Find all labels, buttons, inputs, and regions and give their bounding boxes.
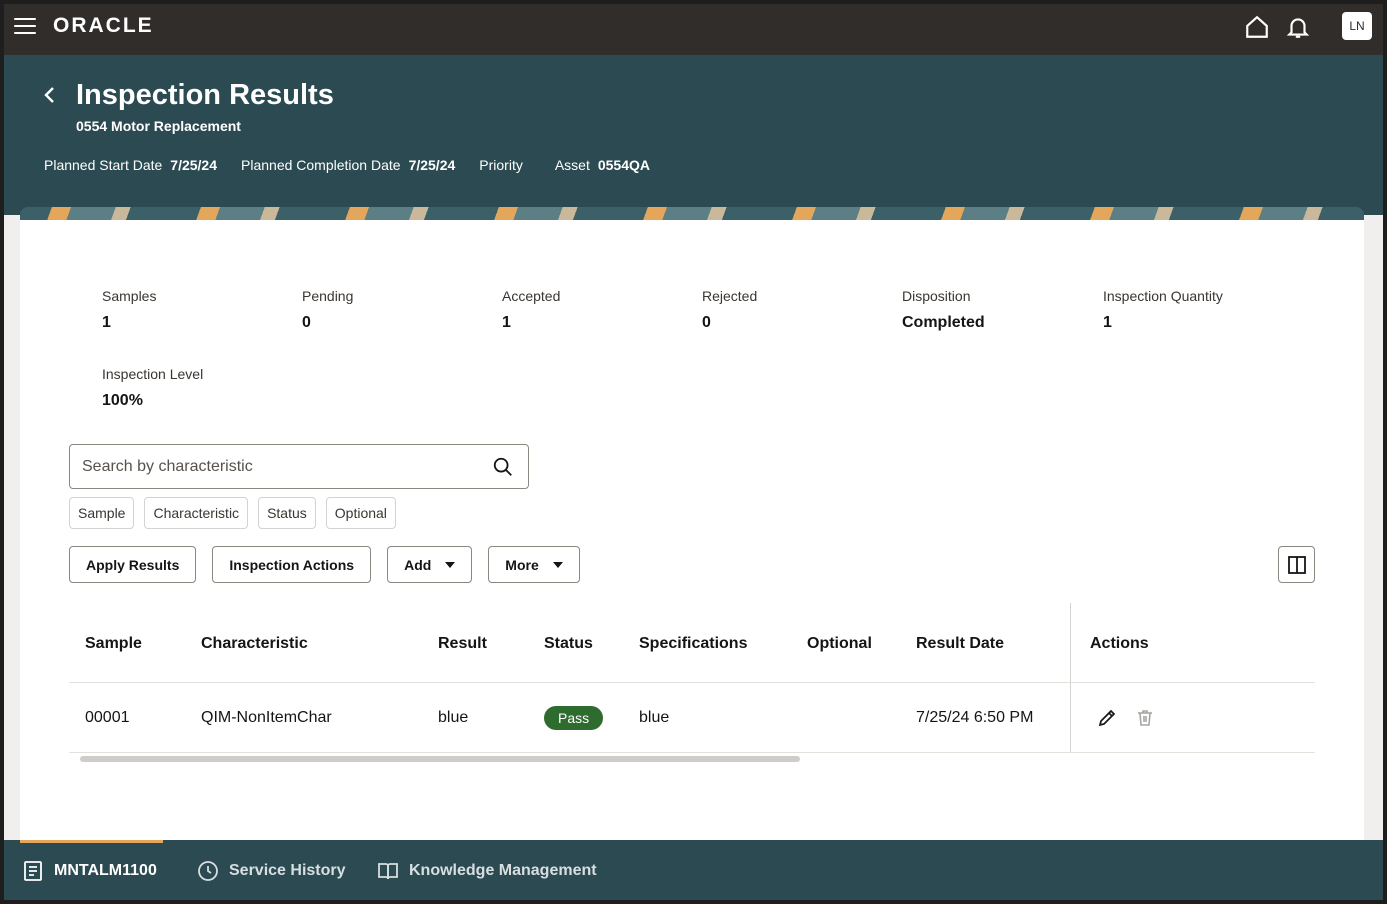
back-chevron-icon[interactable] [40,83,60,107]
page-header: Inspection Results 0554 Motor Replacemen… [4,55,1383,215]
filter-chip-status[interactable]: Status [258,497,316,529]
column-header-result-date[interactable]: Result Date [916,603,1004,682]
cell-status: Pass [544,683,604,752]
stat-value: 1 [102,314,111,331]
column-header-sample[interactable]: Sample [85,603,142,682]
inspection-card: Samples 1 Pending 0 Accepted 1 Rejected … [20,220,1364,844]
document-icon [24,861,42,881]
status-badge: Pass [544,705,604,730]
search-input[interactable] [82,445,482,488]
edit-pencil-icon[interactable] [1097,708,1117,728]
stat-value: Completed [902,314,985,331]
stat-label: Accepted [502,288,561,304]
stat-value: 100% [102,392,143,409]
stat-label: Disposition [902,288,971,304]
more-label: More [505,556,539,573]
stat-rejected: Rejected 0 [702,288,757,332]
caret-down-icon [445,561,456,568]
filter-chips: Sample Characteristic Status Optional [69,497,396,529]
stat-label: Inspection Quantity [1103,288,1223,304]
cell-specifications: blue [639,708,670,726]
stat-value: 1 [1103,314,1112,331]
planned-completion-value: 7/25/24 [408,157,456,173]
decorative-banner-strip [20,207,1364,221]
stat-value: 1 [502,314,511,331]
column-header-specifications[interactable]: Specifications [639,603,747,682]
column-header-optional[interactable]: Optional [807,603,872,682]
stat-label: Pending [302,288,354,304]
oracle-logo: ORACLE [53,14,154,37]
columns-icon [1287,555,1306,574]
book-icon [378,863,398,880]
search-box [69,444,529,489]
app-frame: ORACLE LN Inspection Results 0554 Motor … [4,4,1383,900]
tab-service-history[interactable]: Service History [197,860,346,882]
tab-work-order-label: MNTALM1100 [54,862,157,879]
asset-value: 0554QA [597,157,651,173]
stat-samples: Samples 1 [102,288,156,332]
hamburger-menu-icon[interactable] [14,18,36,36]
table-header: Sample Characteristic Result Status Spec… [69,603,1315,683]
column-header-actions: Actions [1090,634,1149,652]
active-tab-indicator [20,840,163,843]
planned-completion-label: Planned Completion Date [241,157,401,173]
inspection-actions-button[interactable]: Inspection Actions [212,546,372,583]
apply-results-button[interactable]: Apply Results [69,546,197,583]
tab-work-order[interactable]: MNTALM1100 [22,860,157,882]
stat-label: Samples [102,288,157,304]
stat-value: 0 [302,314,311,331]
home-icon[interactable] [1244,14,1270,40]
stat-accepted: Accepted 1 [502,288,560,332]
clock-icon [198,861,218,881]
cell-actions [1097,683,1173,752]
page-subtitle: 0554 Motor Replacement [76,118,241,134]
tab-knowledge-management-label: Knowledge Management [409,862,597,879]
work-order-meta: Planned Start Date 7/25/24 Planned Compl… [44,157,674,173]
column-header-status[interactable]: Status [544,603,593,682]
toolbar: Apply Results Inspection Actions Add Mor… [69,546,580,583]
search-icon[interactable] [492,456,514,478]
column-header-characteristic[interactable]: Characteristic [201,603,308,682]
column-header-result[interactable]: Result [438,603,487,682]
tab-service-history-label: Service History [229,862,346,879]
tab-knowledge-management[interactable]: Knowledge Management [377,860,597,882]
cell-sample: 00001 [85,708,130,726]
more-dropdown-button[interactable]: More [488,546,580,583]
table-horizontal-scrollbar[interactable] [69,755,1315,763]
stat-inspection-level: Inspection Level 100% [102,366,203,410]
inspection-actions-label: Inspection Actions [229,556,355,573]
stat-inspection-quantity: Inspection Quantity 1 [1103,288,1223,332]
cell-result-date: 7/25/24 6:50 PM [916,708,1034,726]
stat-label: Inspection Level [102,366,204,382]
top-bar: ORACLE LN [4,4,1383,55]
add-label: Add [404,556,432,573]
user-avatar[interactable]: LN [1342,12,1372,40]
filter-chip-optional[interactable]: Optional [325,497,396,529]
stat-value: 0 [702,314,711,331]
column-layout-button[interactable] [1278,546,1315,583]
planned-start-label: Planned Start Date [44,157,163,173]
stat-disposition: Disposition Completed [902,288,985,332]
inspection-results-table: Sample Characteristic Result Status Spec… [69,603,1315,753]
planned-start-value: 7/25/24 [170,157,218,173]
page-title: Inspection Results [76,79,334,111]
filter-chip-sample[interactable]: Sample [69,497,135,529]
stat-pending: Pending 0 [302,288,353,332]
cell-result: blue [438,708,469,726]
cell-characteristic: QIM-NonItemChar [201,708,332,726]
scrollbar-thumb[interactable] [80,756,800,762]
filter-chip-characteristic[interactable]: Characteristic [144,497,249,529]
caret-down-icon [552,561,563,568]
notifications-bell-icon[interactable] [1285,14,1311,40]
stat-label: Rejected [702,288,758,304]
bottom-tab-bar: MNTALM1100 Service History Knowledge Man… [4,840,1383,900]
table-row[interactable]: 00001 QIM-NonItemChar blue Pass blue 7/2… [69,683,1315,753]
delete-trash-icon[interactable] [1135,708,1155,728]
asset-label: Asset [554,157,590,173]
apply-results-label: Apply Results [86,556,180,573]
add-dropdown-button[interactable]: Add [387,546,473,583]
priority-label: Priority [479,157,523,173]
